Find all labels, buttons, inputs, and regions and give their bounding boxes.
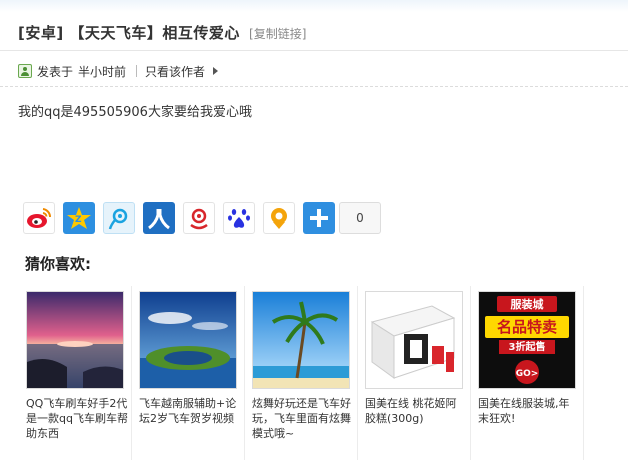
plus-icon bbox=[310, 209, 328, 227]
triangle-right-icon bbox=[213, 67, 219, 75]
recommend-caption[interactable]: 国美在线服装城,年末狂欢! bbox=[478, 396, 580, 426]
island-lake-thumbnail[interactable] bbox=[139, 291, 237, 389]
baidu-icon bbox=[228, 209, 250, 228]
recommend-card[interactable]: 国美在线 桃花姬阿胶糕(300g) bbox=[358, 286, 471, 460]
recommend-card[interactable]: 炫舞好玩还是飞车好玩，飞车里面有炫舞模式哦~ bbox=[245, 286, 358, 460]
weibo-icon bbox=[27, 208, 52, 228]
recommend-title: 猜你喜欢: bbox=[25, 255, 91, 273]
weibo-share-button[interactable] bbox=[23, 202, 55, 234]
meta-divider bbox=[136, 65, 138, 77]
tencent-weibo-icon bbox=[108, 208, 128, 230]
post-meta: 发表于 半小时前 只看该作者 bbox=[18, 63, 219, 80]
share-bar: Z 0 bbox=[23, 202, 381, 236]
promo-text-1: 服装城 bbox=[511, 297, 544, 311]
promo-text-3: 3折起售 bbox=[509, 340, 546, 353]
post-content: 我的qq是495505906大家要给我爱心哦 bbox=[18, 105, 252, 120]
only-author-link[interactable]: 只看该作者 bbox=[145, 63, 205, 80]
share-count: 0 bbox=[339, 202, 381, 234]
recommend-list: QQ飞车刷车好手2代是一款qq飞车刷车帮助东西 飞车越南服辅助+论坛2岁飞车贺岁… bbox=[19, 286, 584, 460]
posted-label: 发表于 bbox=[37, 64, 74, 79]
recommend-caption[interactable]: QQ飞车刷车好手2代是一款qq飞车刷车帮助东西 bbox=[26, 396, 128, 441]
tencent-weibo-share-button[interactable] bbox=[103, 202, 135, 234]
copy-link[interactable]: [复制链接] bbox=[249, 27, 306, 41]
svg-text:Z: Z bbox=[75, 215, 82, 225]
top-gradient-bar bbox=[0, 0, 628, 12]
promo-go: GO> bbox=[516, 369, 539, 379]
recommend-card[interactable]: 飞车越南服辅助+论坛2岁飞车贺岁视频 bbox=[132, 286, 245, 460]
title-divider bbox=[0, 50, 628, 51]
recommend-card[interactable]: QQ飞车刷车好手2代是一款qq飞车刷车帮助东西 bbox=[19, 286, 132, 460]
recommend-card[interactable]: 服装城 名品特卖 3折起售 GO> 国美在线服装城,年末狂欢! bbox=[471, 286, 584, 460]
product-box-thumbnail[interactable] bbox=[365, 291, 463, 389]
promo-banner-thumbnail[interactable]: 服装城 名品特卖 3折起售 GO> bbox=[478, 291, 576, 389]
kaixin-share-button[interactable] bbox=[183, 202, 215, 234]
more-share-button[interactable] bbox=[303, 202, 335, 234]
renren-icon bbox=[148, 209, 170, 230]
qzone-share-button[interactable]: Z bbox=[63, 202, 95, 234]
recommend-caption[interactable]: 飞车越南服辅助+论坛2岁飞车贺岁视频 bbox=[139, 396, 241, 426]
recommend-caption[interactable]: 国美在线 桃花姬阿胶糕(300g) bbox=[365, 396, 467, 426]
renren-share-button[interactable] bbox=[143, 202, 175, 234]
post-title-row: [安卓] 【天天飞车】相互传爱心 [复制链接] bbox=[18, 22, 618, 46]
favorite-share-button[interactable] bbox=[263, 202, 295, 234]
posted-time: 半小时前 bbox=[78, 64, 127, 79]
meta-divider-line bbox=[0, 86, 628, 87]
qzone-icon: Z bbox=[67, 207, 91, 229]
post-title: [安卓] 【天天飞车】相互传爱心 bbox=[18, 24, 240, 42]
kaixin-icon bbox=[190, 208, 208, 230]
promo-text-2: 名品特卖 bbox=[497, 318, 557, 336]
palm-beach-thumbnail[interactable] bbox=[252, 291, 350, 389]
sunset-sea-thumbnail[interactable] bbox=[26, 291, 124, 389]
recommend-caption[interactable]: 炫舞好玩还是飞车好玩，飞车里面有炫舞模式哦~ bbox=[252, 396, 354, 441]
baidu-share-button[interactable] bbox=[223, 202, 255, 234]
location-icon bbox=[271, 208, 287, 229]
user-icon bbox=[18, 64, 32, 78]
